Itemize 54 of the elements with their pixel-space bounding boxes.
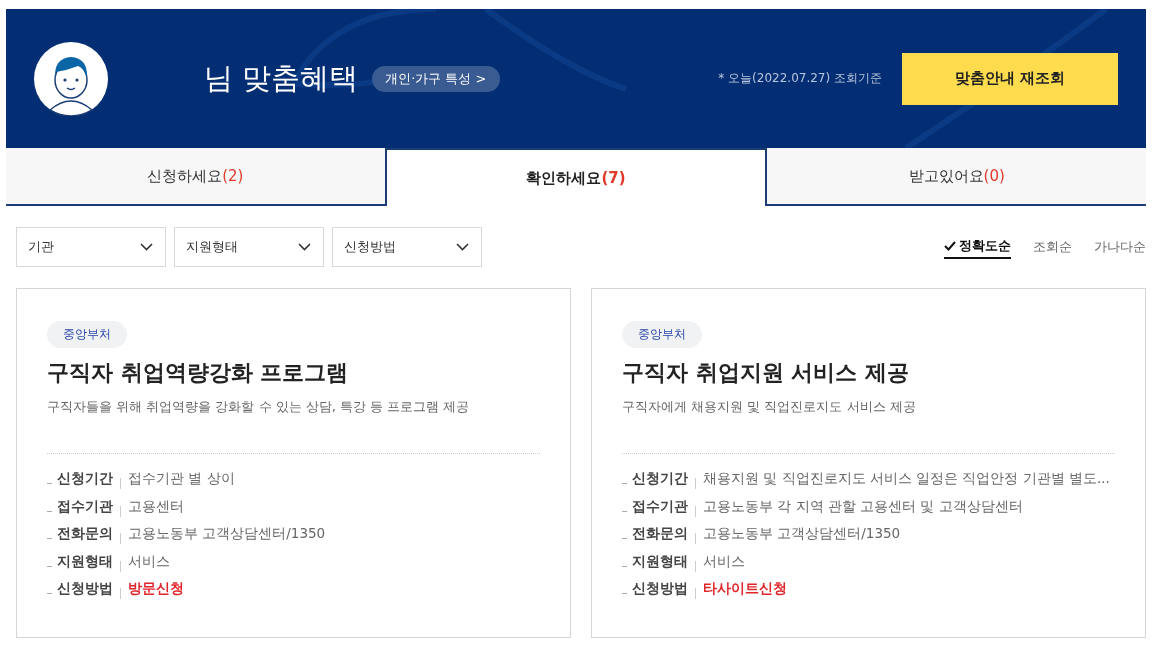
dash-mark [622,593,627,595]
chevron-down-icon [298,243,311,251]
detail-label: 접수기관 [57,497,113,516]
dash-mark [622,538,627,540]
chevron-down-icon [456,243,469,251]
filter-dropdown[interactable]: 지원형태 [174,227,324,267]
detail-label: 신청기간 [632,470,688,488]
detail-label: 신청방법 [57,580,113,598]
avatar-icon [34,41,108,116]
detail-value: 타사이트신청 [703,580,787,598]
detail-label: 접수기관 [632,497,688,516]
sort-option[interactable]: 정확도순 [944,235,1011,259]
dash-mark [622,483,627,485]
detail-label: 신청방법 [632,580,688,598]
dash-mark [47,483,52,485]
detail-value: 서비스 [703,552,745,571]
tab[interactable]: 받고있어요(0) [767,148,1146,206]
filter-dropdown[interactable]: 신청방법 [332,227,482,267]
detail-value: 고용노동부 고객상담센터/1350 [703,525,901,543]
profile-link[interactable]: 개인·가구 특성 > [372,65,500,92]
benefit-description: 구직자들을 위해 취업역량을 강화할 수 있는 상담, 특강 등 프로그램 제공 [47,398,471,416]
benefit-title[interactable]: 구직자 취업지원 서비스 제공 [622,358,1115,388]
detail-value: 채용지원 및 직업진로지도 서비스 일정은 직업안정 기관별 별도... [703,470,1110,488]
date-note: * 오늘(2022.07.27) 조회기준 [718,70,882,87]
benefit-description: 구직자에게 채용지원 및 직업진로지도 서비스 제공 [622,398,917,416]
page-title: 님 맞춤혜택 [204,59,359,97]
detail-label: 전화문의 [632,525,688,543]
detail-label: 전화문의 [57,525,113,543]
detail-label: 신청기간 [57,470,113,488]
tab[interactable]: 확인하세요(7) [384,148,768,206]
dash-mark [622,565,627,567]
chevron-down-icon [140,243,153,251]
detail-value: 접수기관 별 상이 [128,470,235,488]
dash-mark [622,510,627,512]
filter-dropdown[interactable]: 기관 [16,227,166,267]
check-icon [944,241,956,251]
detail-value: 고용노동부 고객상담센터/1350 [128,525,326,543]
detail-value: 서비스 [128,552,170,571]
sort-option[interactable]: 조회순 [1033,236,1072,258]
dash-mark [47,510,52,512]
detail-label: 지원형태 [632,552,688,571]
refresh-button[interactable]: 맞춤안내 재조회 [902,52,1118,105]
tab[interactable]: 신청하세요(2) [6,148,385,206]
detail-label: 지원형태 [57,552,113,571]
dash-mark [47,565,52,567]
detail-value: 고용센터 [128,497,184,516]
sort-option[interactable]: 가나다순 [1094,236,1146,258]
category-tag: 중앙부처 [622,321,702,348]
benefit-title[interactable]: 구직자 취업역량강화 프로그램 [47,358,540,388]
category-tag: 중앙부처 [47,321,127,348]
dash-mark [47,593,52,595]
dash-mark [47,538,52,540]
detail-value: 고용노동부 각 지역 관할 고용센터 및 고객상담센터 [703,497,1023,516]
detail-value: 방문신청 [128,580,184,598]
